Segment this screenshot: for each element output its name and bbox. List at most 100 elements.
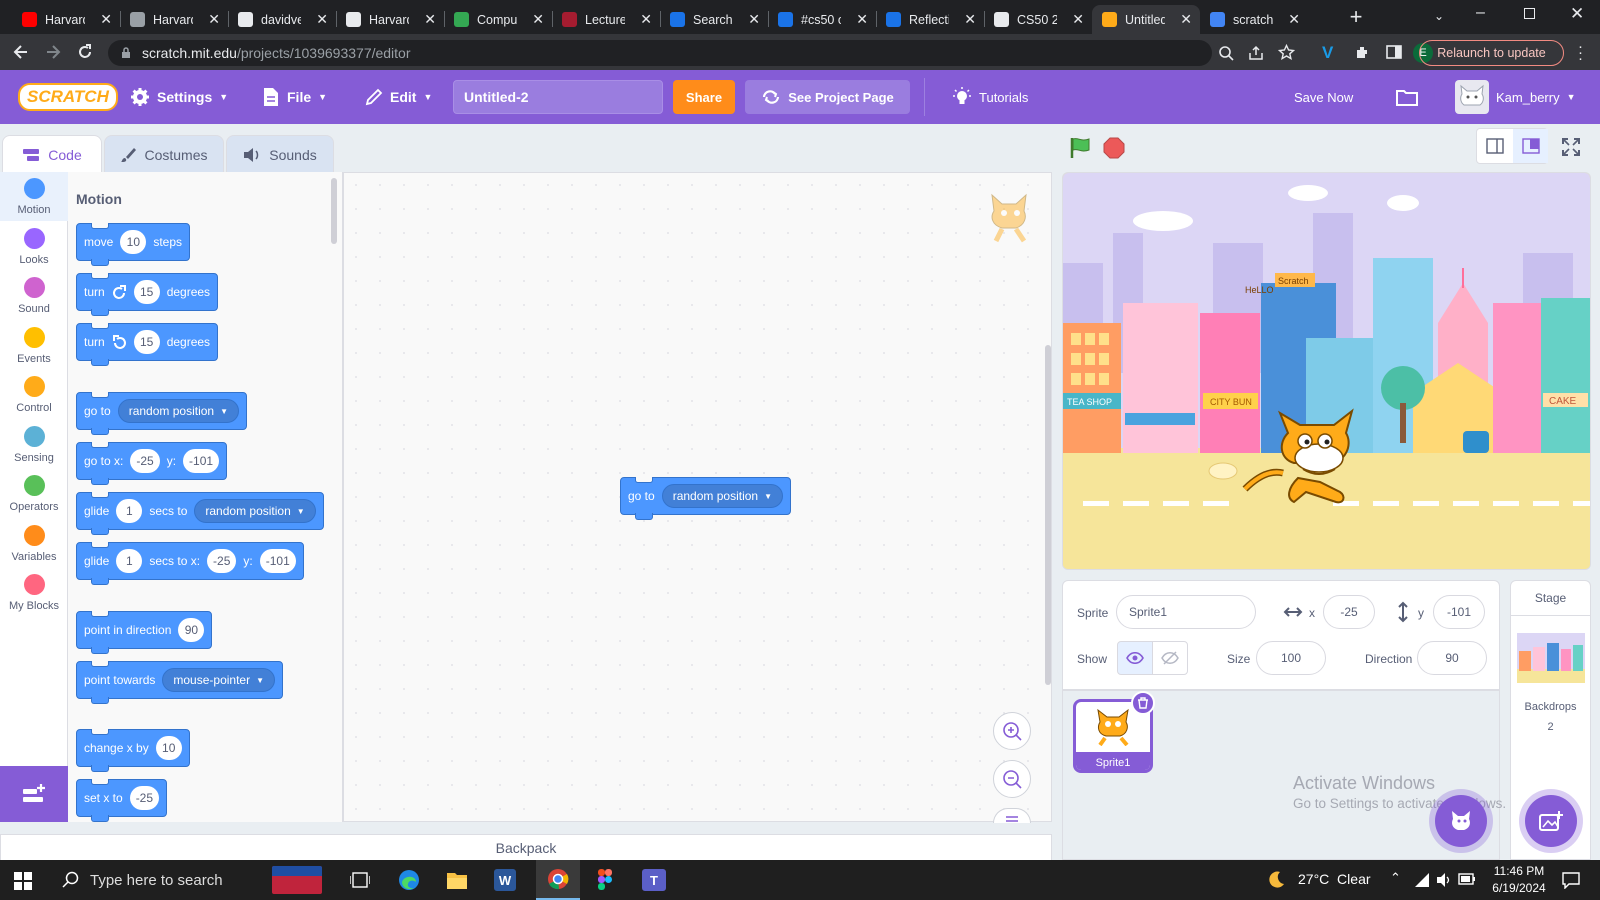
direction-input[interactable]: 90 [178, 618, 205, 642]
news-widget-icon[interactable] [272, 866, 322, 894]
delete-sprite-button[interactable] [1131, 691, 1155, 715]
figma-icon[interactable] [598, 869, 612, 891]
stop-icon[interactable] [1102, 136, 1126, 160]
point-towards-block[interactable]: point towards mouse-pointer ▼ [76, 661, 284, 704]
go-to-xy-block[interactable]: go to x: -25 y: -101 [76, 442, 228, 485]
category-events[interactable]: Events [0, 321, 68, 370]
category-control[interactable]: Control [0, 370, 68, 419]
workspace-go-to-block[interactable]: go to random position ▼ [620, 477, 792, 520]
relaunch-button[interactable]: Relaunch to update [1419, 40, 1564, 66]
see-project-page-button[interactable]: See Project Page [745, 80, 910, 114]
zoom-reset-button[interactable] [993, 808, 1031, 823]
browser-tab[interactable]: Harvard ✕ [12, 5, 120, 34]
extensions-icon[interactable] [1354, 44, 1371, 61]
set-x-input[interactable]: -25 [129, 786, 160, 810]
glide-to-block[interactable]: glide 1 secs to random position ▼ [76, 492, 324, 535]
close-tab-icon[interactable]: ✕ [316, 11, 328, 28]
scratch-logo[interactable]: SCRATCH [18, 70, 118, 124]
turn-left-block[interactable]: turn 15 degrees [76, 323, 219, 366]
tutorials-button[interactable]: Tutorials [952, 70, 1028, 124]
set-x-block[interactable]: set x to -25 [76, 779, 168, 822]
towards-target-dropdown[interactable]: mouse-pointer ▼ [162, 668, 276, 692]
volume-icon[interactable] [1436, 872, 1452, 888]
tab-costumes[interactable]: Costumes [104, 135, 224, 173]
change-x-block[interactable]: change x by 10 [76, 729, 190, 772]
sprite-name-input[interactable]: Sprite1 [1116, 595, 1256, 629]
size-input[interactable]: 100 [1256, 641, 1326, 675]
direction-input[interactable]: 90 [1417, 641, 1487, 675]
steps-input[interactable]: 10 [120, 230, 147, 254]
browser-tab[interactable]: Harvard ✕ [120, 5, 228, 34]
category-sound[interactable]: Sound [0, 271, 68, 320]
go-to-block[interactable]: go to random position ▼ [76, 392, 248, 435]
fullscreen-icon[interactable] [1562, 138, 1580, 156]
browser-tab[interactable]: CS50 20 ✕ [984, 5, 1092, 34]
degrees-input[interactable]: 15 [133, 280, 160, 304]
browser-tab[interactable]: Reflectin ✕ [876, 5, 984, 34]
zoom-out-button[interactable] [993, 760, 1031, 798]
glide-to-xy-block[interactable]: glide 1 secs to x: -25 y: -101 [76, 542, 304, 585]
close-tab-icon[interactable]: ✕ [1180, 11, 1192, 28]
weather-text[interactable]: 27°C Clear [1298, 871, 1371, 887]
category-variables[interactable]: Variables [0, 519, 68, 568]
browser-tab[interactable]: Untitled- ✕ [1092, 5, 1200, 34]
browser-menu-icon[interactable]: · · · [1578, 39, 1583, 66]
tab-search-icon[interactable]: ⌄ [1434, 9, 1444, 23]
close-tab-icon[interactable]: ✕ [1288, 11, 1300, 28]
workspace-scrollbar[interactable] [1045, 345, 1051, 685]
share-button[interactable]: Share [673, 80, 735, 114]
file-explorer-icon[interactable] [446, 870, 468, 890]
browser-tab[interactable]: Search H ✕ [660, 5, 768, 34]
add-extension-button[interactable] [0, 766, 68, 822]
browser-tab[interactable]: Lecture ✕ [552, 5, 660, 34]
clock[interactable]: 11:46 PM 6/19/2024 [1486, 863, 1552, 897]
file-menu[interactable]: File ▼ [262, 70, 327, 124]
extension-v-icon[interactable]: V [1322, 43, 1333, 63]
windows-start-icon[interactable] [14, 872, 32, 890]
notifications-icon[interactable] [1562, 871, 1580, 889]
point-in-direction-block[interactable]: point in direction 90 [76, 611, 213, 654]
secs-input[interactable]: 1 [116, 549, 143, 573]
back-icon[interactable] [12, 43, 30, 61]
x-input[interactable]: -25 [130, 449, 160, 473]
goto-target-dropdown[interactable]: random position ▼ [661, 484, 784, 508]
edge-icon[interactable] [398, 869, 420, 891]
share-page-icon[interactable] [1248, 45, 1264, 61]
palette-scrollbar[interactable] [331, 178, 337, 244]
secs-input[interactable]: 1 [116, 499, 143, 523]
browser-tab[interactable]: scratch i ✕ [1200, 5, 1308, 34]
tab-sounds[interactable]: Sounds [226, 135, 334, 173]
browser-tab[interactable]: Harvard ✕ [336, 5, 444, 34]
change-x-input[interactable]: 10 [155, 736, 182, 760]
zoom-in-button[interactable] [993, 712, 1031, 750]
project-title-input[interactable]: Untitled-2 [453, 80, 663, 114]
account-menu[interactable]: Kam_berry ▼ [1455, 70, 1576, 124]
network-icon[interactable] [1414, 872, 1430, 888]
battery-icon[interactable] [1458, 873, 1476, 885]
choose-backdrop-button[interactable] [1525, 795, 1577, 847]
save-now-button[interactable]: Save Now [1294, 70, 1353, 124]
edit-menu[interactable]: Edit ▼ [365, 70, 432, 124]
y-position-input[interactable]: -101 [1433, 595, 1485, 629]
bookmark-star-icon[interactable] [1278, 44, 1295, 61]
turn-right-block[interactable]: turn 15 degrees [76, 273, 219, 316]
show-hidden-button[interactable] [1152, 641, 1188, 675]
close-tab-icon[interactable]: ✕ [1072, 11, 1084, 28]
zoom-icon[interactable] [1218, 45, 1234, 61]
category-my-blocks[interactable]: My Blocks [0, 568, 68, 617]
close-tab-icon[interactable]: ✕ [100, 11, 112, 28]
close-tab-icon[interactable]: ✕ [424, 11, 436, 28]
category-motion[interactable]: Motion [0, 172, 68, 221]
tab-code[interactable]: Code [2, 135, 102, 173]
close-tab-icon[interactable]: ✕ [748, 11, 760, 28]
close-tab-icon[interactable]: ✕ [208, 11, 220, 28]
stage-canvas[interactable]: TEA SHOP CITY BUN Scratch HeLLO CAKE [1062, 172, 1591, 570]
reload-icon[interactable] [76, 43, 94, 61]
word-icon[interactable]: W [494, 869, 516, 891]
category-looks[interactable]: Looks [0, 222, 68, 271]
backpack[interactable]: Backpack [0, 834, 1052, 862]
x-position-input[interactable]: -25 [1323, 595, 1375, 629]
address-bar[interactable]: scratch.mit.edu/projects/1039693377/edit… [108, 40, 1295, 66]
move-steps-block[interactable]: move 10 steps [76, 223, 191, 266]
green-flag-icon[interactable] [1068, 136, 1092, 160]
